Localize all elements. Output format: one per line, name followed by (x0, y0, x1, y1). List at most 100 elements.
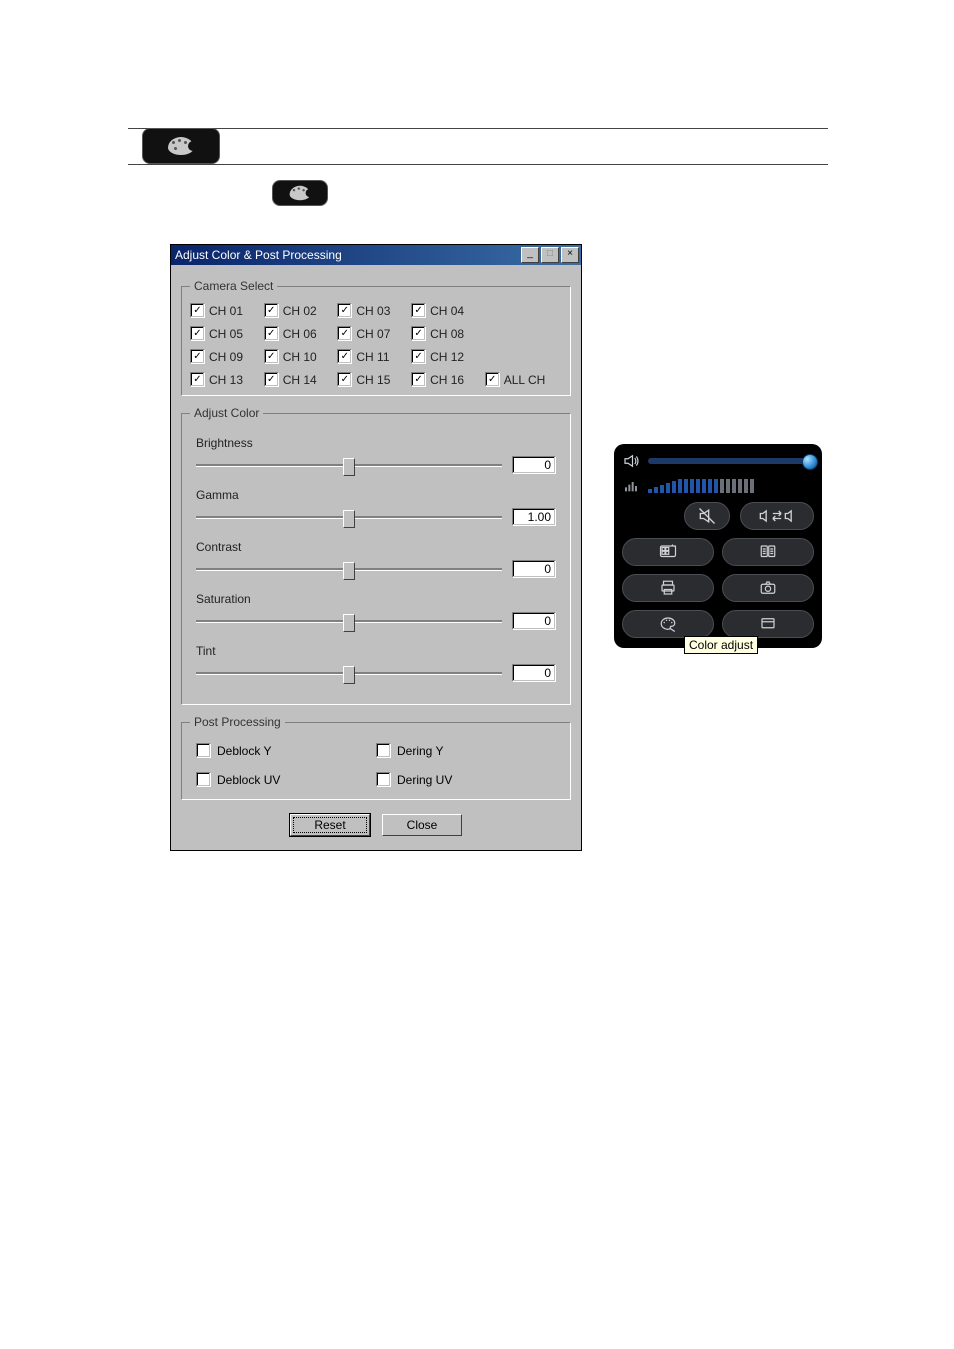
post-option-label: Dering UV (397, 773, 452, 787)
slider-label: Brightness (196, 436, 556, 450)
slider-track[interactable] (196, 516, 502, 519)
channel-checkbox[interactable]: CH 06 (264, 326, 334, 341)
channel-list-button[interactable] (722, 538, 814, 566)
checkbox-icon[interactable] (190, 326, 205, 341)
slider-value[interactable]: 1.00 (512, 508, 556, 526)
checkbox-icon[interactable] (337, 303, 352, 318)
channel-checkbox[interactable]: CH 01 (190, 303, 260, 318)
channel-label: CH 06 (283, 327, 317, 341)
slider-label: Tint (196, 644, 556, 658)
checkbox-icon[interactable] (190, 372, 205, 387)
post-option-label: Deblock Y (217, 744, 271, 758)
camera-select-group: Camera Select CH 01 CH 02 CH 03 CH 04 CH 05 C… (181, 279, 571, 396)
channel-label: CH 07 (356, 327, 390, 341)
checkbox-icon[interactable] (411, 303, 426, 318)
volume-slider[interactable] (648, 458, 814, 464)
tooltip-text: Color adjust (689, 638, 753, 652)
checkbox-icon[interactable] (411, 326, 426, 341)
checkbox-icon[interactable] (376, 743, 391, 758)
channel-checkbox[interactable]: CH 16 (411, 372, 481, 387)
slider-value[interactable]: 0 (512, 612, 556, 630)
close-window-button[interactable]: × (561, 247, 579, 263)
checkbox-icon[interactable] (196, 743, 211, 758)
channel-checkbox[interactable]: CH 09 (190, 349, 260, 364)
display-mode-button[interactable] (622, 538, 714, 566)
slider-track[interactable] (196, 464, 502, 467)
slider-value[interactable]: 0 (512, 664, 556, 682)
checkbox-icon[interactable] (485, 372, 500, 387)
channel-checkbox[interactable]: CH 14 (264, 372, 334, 387)
slider-row: Gamma1.00 (196, 488, 556, 526)
print-button[interactable] (622, 574, 714, 602)
post-option-label: Dering Y (397, 744, 443, 758)
post-option[interactable]: Dering Y (376, 743, 556, 758)
audio-swap-button[interactable] (740, 502, 814, 530)
slider-value[interactable]: 0 (512, 456, 556, 474)
channel-checkbox[interactable]: CH 02 (264, 303, 334, 318)
checkbox-icon[interactable] (264, 326, 279, 341)
checkbox-icon[interactable] (337, 349, 352, 364)
channel-label: CH 08 (430, 327, 464, 341)
checkbox-icon[interactable] (196, 772, 211, 787)
checkbox-icon[interactable] (264, 349, 279, 364)
color-adjust-button-inline[interactable] (272, 180, 328, 206)
channel-checkbox[interactable]: CH 05 (190, 326, 260, 341)
slider-label: Contrast (196, 540, 556, 554)
camera-select-legend: Camera Select (190, 279, 277, 293)
channel-checkbox[interactable]: CH 07 (337, 326, 407, 341)
volume-thumb[interactable] (802, 454, 818, 470)
channel-checkbox[interactable]: CH 12 (411, 349, 481, 364)
channel-checkbox[interactable]: CH 15 (337, 372, 407, 387)
reset-button[interactable]: Reset (290, 814, 370, 836)
channel-label: CH 09 (209, 350, 243, 364)
channel-checkbox[interactable]: CH 03 (337, 303, 407, 318)
channel-checkbox[interactable]: CH 13 (190, 372, 260, 387)
post-option-label: Deblock UV (217, 773, 280, 787)
checkbox-icon[interactable] (190, 303, 205, 318)
snapshot-button[interactable] (722, 574, 814, 602)
post-option[interactable]: Deblock Y (196, 743, 376, 758)
channel-checkbox[interactable]: CH 08 (411, 326, 481, 341)
slider-thumb[interactable] (343, 458, 355, 476)
slider-value[interactable]: 0 (512, 560, 556, 578)
slider-track[interactable] (196, 620, 502, 623)
post-option[interactable]: Deblock UV (196, 772, 376, 787)
checkbox-icon[interactable] (376, 772, 391, 787)
color-adjust-button-header[interactable] (142, 128, 220, 164)
checkbox-icon[interactable] (411, 372, 426, 387)
checkbox-icon[interactable] (411, 349, 426, 364)
checkbox-icon[interactable] (190, 349, 205, 364)
channel-label: CH 16 (430, 373, 464, 387)
checkbox-icon[interactable] (264, 303, 279, 318)
slider-thumb[interactable] (343, 614, 355, 632)
speaker-icon[interactable] (622, 452, 640, 470)
channel-label: CH 10 (283, 350, 317, 364)
channel-checkbox[interactable]: CH 10 (264, 349, 334, 364)
slider-thumb[interactable] (343, 510, 355, 528)
mute-button[interactable] (684, 502, 730, 530)
palette-icon (168, 137, 194, 155)
tooltip-color-adjust: Color adjust (684, 636, 758, 654)
channel-checkbox[interactable]: ALL CH (485, 372, 562, 387)
slider-thumb[interactable] (343, 562, 355, 580)
close-button[interactable]: Close (382, 814, 462, 836)
layout-button[interactable] (722, 610, 814, 638)
post-option[interactable]: Dering UV (376, 772, 556, 787)
checkbox-icon[interactable] (264, 372, 279, 387)
channel-label: CH 15 (356, 373, 390, 387)
dialog-titlebar[interactable]: Adjust Color & Post Processing _ □ × (171, 245, 581, 265)
channel-checkbox[interactable]: CH 11 (337, 349, 407, 364)
channel-label: CH 02 (283, 304, 317, 318)
minimize-button[interactable]: _ (521, 247, 539, 263)
checkbox-icon[interactable] (337, 326, 352, 341)
slider-row: Saturation0 (196, 592, 556, 630)
channel-label: CH 13 (209, 373, 243, 387)
checkbox-icon[interactable] (337, 372, 352, 387)
level-meter (648, 479, 814, 493)
color-adjust-button[interactable] (622, 610, 714, 638)
maximize-button: □ (541, 247, 559, 263)
slider-track[interactable] (196, 568, 502, 571)
channel-checkbox[interactable]: CH 04 (411, 303, 481, 318)
slider-track[interactable] (196, 672, 502, 675)
slider-thumb[interactable] (343, 666, 355, 684)
